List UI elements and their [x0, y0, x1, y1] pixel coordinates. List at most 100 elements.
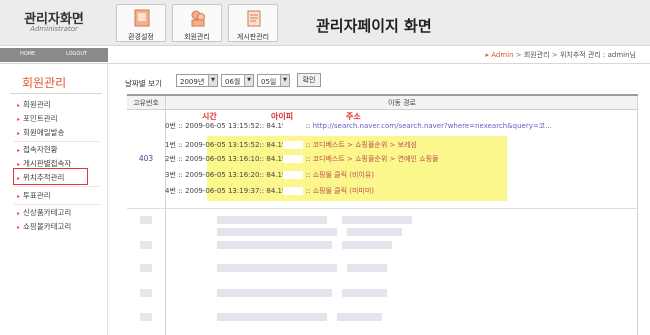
sidebar-item-label: 회원메일발송 [23, 128, 65, 137]
entry-time: 2009-06-05 13:16:20 [185, 171, 260, 179]
breadcrumb-current: 위치추적 관리 : admin님 [559, 51, 636, 59]
entry-index: 4번 :: [165, 187, 186, 195]
bullet-icon: ▸ [17, 130, 21, 137]
row-id: 403 [138, 154, 154, 163]
path-entry-2: 2번 :: 2009-06-05 13:16:10 :: 84.190. :: … [165, 154, 439, 164]
sidebar-item-label: 게시판별접속자 [23, 159, 72, 168]
bullet-icon: ▸ [17, 147, 21, 154]
members-icon [191, 10, 205, 27]
date-filter-label: 날짜별 보기 [125, 79, 162, 88]
breadcrumb-members[interactable]: 회원관리 [524, 51, 550, 59]
settings-icon [134, 9, 150, 27]
sidebar-item-label: 신상품카테고리 [23, 208, 72, 217]
obscured-row [167, 228, 637, 236]
breadcrumb: ▸ Admin > 회원관리 > 위치추적 관리 : admin님 [485, 50, 636, 60]
sidebar-item-label: 회원관리 [23, 100, 51, 109]
month-select[interactable]: 06월 ▼ [221, 74, 254, 87]
chevron-down-icon: ▼ [244, 75, 253, 86]
sidebar: 회원관리 ▸ 회원관리 ▸ 포인트관리 ▸ 회원메일발송 ▸ 접속자현황 ▸ 게시판별접속… [0, 64, 108, 335]
home-link[interactable]: HOME [20, 51, 35, 57]
sub-bar: HOME LOGOUT ▸ Admin > 회원관리 > 위치추적 관리 : a… [0, 46, 650, 64]
logo-subtitle: Administrator [30, 25, 78, 33]
entry-time: 2009-06-05 13:15:52 [185, 141, 260, 149]
sidebar-item-visitor-status[interactable]: ▸ 접속자현황 [17, 144, 58, 155]
entry-address: 코디베스트 > 쇼핑몰순위 > 연예인 쇼핑몰 [312, 155, 439, 163]
bullet-icon: ▸ [17, 210, 21, 217]
bullet-icon: ▸ [17, 102, 21, 109]
bullet-icon: ▸ [17, 193, 21, 200]
day-value: 05일 [261, 78, 277, 86]
obscured-cell [140, 313, 152, 321]
entry-ip: :: 84.190. [259, 141, 294, 149]
entry-address: 코디베스트 > 쇼핑몰순위 > 보레섬 [312, 141, 417, 149]
page-title: 관리자페이지 화면 [316, 17, 432, 35]
sidebar-item-members[interactable]: ▸ 회원관리 [17, 99, 51, 110]
entry-address: 쇼핑몰 클릭 (미미미) [312, 187, 375, 195]
sidebar-item-label: 포인트관리 [23, 114, 58, 123]
obscured-cell [140, 216, 152, 224]
nav-settings-button[interactable]: 환경설정 [116, 4, 166, 42]
chevron-down-icon: ▼ [208, 75, 217, 86]
sidebar-item-vote[interactable]: ▸ 투표관리 [17, 190, 51, 201]
obscured-ip [283, 155, 304, 163]
entry-separator: :: [303, 155, 313, 163]
sidebar-item-new-product-category[interactable]: ▸ 신상품카테고리 [17, 207, 71, 218]
obscured-cell [140, 264, 152, 272]
logout-link[interactable]: LOGOUT [66, 51, 87, 57]
divider [10, 93, 102, 94]
entry-ip: :: 84.190. [259, 122, 294, 130]
entry-index: 1번 :: [165, 141, 186, 149]
entry-separator: :: [303, 187, 313, 195]
entry-time: 2009-06-05 13:16:10 [185, 155, 260, 163]
divider [14, 186, 100, 187]
month-value: 06월 [225, 78, 241, 86]
obscured-cell [140, 241, 152, 249]
home-logout-bar: HOME LOGOUT [0, 48, 108, 62]
obscured-ip [283, 122, 304, 130]
breadcrumb-separator: > [513, 51, 524, 59]
obscured-row [167, 216, 637, 224]
bullet-icon: ▸ [17, 116, 21, 123]
path-entry-1: 1번 :: 2009-06-05 13:15:52 :: 84.190. :: … [165, 140, 417, 150]
sidebar-item-points[interactable]: ▸ 포인트관리 [17, 113, 58, 124]
entry-separator: :: [303, 141, 313, 149]
confirm-button[interactable]: 확인 [297, 73, 321, 87]
bullet-icon: ▸ [17, 161, 21, 168]
obscured-row [167, 313, 637, 321]
nav-members-button[interactable]: 회원관리 [172, 4, 222, 42]
sidebar-item-label: 접속자현황 [23, 145, 58, 154]
sidebar-item-member-mail[interactable]: ▸ 회원메일발송 [17, 127, 64, 138]
sidebar-item-shop-category[interactable]: ▸ 쇼핑몰카테고리 [17, 221, 71, 232]
nav-board-label: 게시판관리 [236, 33, 270, 41]
path-entry-0: 0번 :: 2009-06-05 13:15:52 :: 84.190. :: … [165, 121, 552, 131]
day-select[interactable]: 05일 ▼ [257, 74, 290, 87]
chevron-down-icon: ▼ [280, 75, 289, 86]
top-header: 관리자화면 Administrator 환경설정 회원관리 게시판관리 관리자페… [0, 0, 650, 46]
obscured-row [167, 264, 637, 272]
year-select[interactable]: 2009년 ▼ [176, 74, 218, 87]
admin-logo[interactable]: 관리자화면 Administrator [0, 0, 108, 46]
bullet-icon: ▸ [17, 224, 21, 231]
row-divider [127, 208, 638, 209]
sidebar-item-label: 쇼핑몰카테고리 [23, 222, 72, 231]
entry-url-link[interactable]: http://search.naver.com/search.naver?whe… [313, 122, 552, 130]
entry-ip: :: 84.190. [259, 171, 294, 179]
nav-settings-label: 환경설정 [128, 33, 154, 41]
entry-ip: :: 84.190. [259, 187, 294, 195]
breadcrumb-separator: > [549, 51, 560, 59]
column-header-id: 고유번호 [127, 96, 165, 110]
entry-index: 3번 :: [165, 171, 186, 179]
breadcrumb-admin[interactable]: ▸ Admin [485, 51, 513, 59]
sidebar-item-label: 투표관리 [23, 191, 51, 200]
nav-members-label: 회원관리 [184, 33, 210, 41]
sidebar-title: 회원관리 [22, 76, 67, 90]
entry-separator: :: [303, 122, 313, 130]
column-header-path: 이동 경로 [166, 96, 638, 110]
obscured-ip [283, 141, 304, 149]
entry-time: 2009-06-05 13:19:37 [185, 187, 260, 195]
nav-board-button[interactable]: 게시판관리 [228, 4, 278, 42]
selection-highlight-box [13, 168, 88, 185]
entry-ip: :: 84.190. [259, 155, 294, 163]
obscured-ip [283, 187, 304, 195]
path-entry-3: 3번 :: 2009-06-05 13:16:20 :: 84.190. :: … [165, 170, 374, 180]
